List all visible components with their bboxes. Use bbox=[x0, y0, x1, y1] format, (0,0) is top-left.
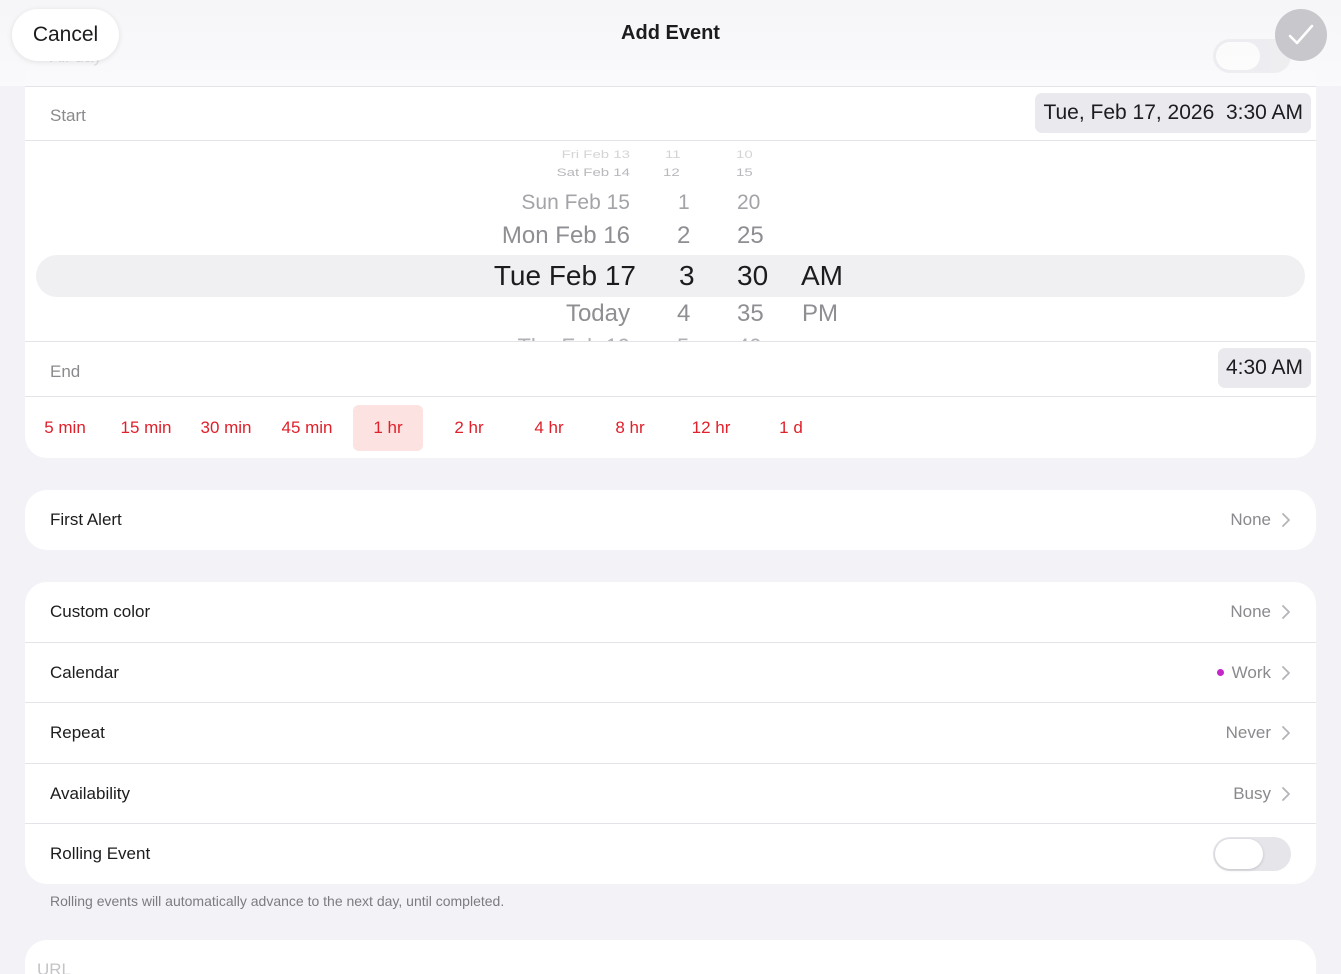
hour-wheel-item[interactable]: 12 bbox=[663, 166, 680, 179]
duration-chip-1-hr[interactable]: 1 hr bbox=[353, 405, 423, 451]
repeat-row[interactable]: Repeat Never bbox=[25, 703, 1316, 763]
toggle-knob bbox=[1215, 839, 1263, 869]
checkmark-icon bbox=[1288, 24, 1314, 45]
navigation-bar: All-day Cancel Add Event bbox=[0, 0, 1341, 86]
date-time-wheel-picker[interactable]: Fri Feb 13 Sat Feb 14 Sun Feb 15 Mon Feb… bbox=[25, 142, 1316, 342]
end-label: End bbox=[50, 362, 81, 381]
first-alert-row[interactable]: First Alert None bbox=[25, 490, 1316, 550]
calendar-label: Calendar bbox=[50, 663, 119, 682]
availability-value: Busy bbox=[1233, 784, 1271, 803]
first-alert-value: None bbox=[1230, 510, 1271, 529]
date-wheel-item[interactable]: Sun Feb 15 bbox=[521, 191, 630, 215]
minute-wheel-column[interactable]: 10 15 20 25 30 35 40 bbox=[731, 142, 781, 342]
date-wheel-item[interactable]: Fri Feb 13 bbox=[562, 148, 630, 161]
meridiem-wheel-column[interactable]: AM PM bbox=[799, 142, 859, 342]
date-wheel-selected[interactable]: Tue Feb 17 bbox=[494, 260, 636, 292]
add-event-screen: Start Tue, Feb 17, 2026 3:30 AM Fri Feb … bbox=[0, 0, 1341, 974]
duration-chip-1-d[interactable]: 1 d bbox=[756, 405, 826, 451]
minute-wheel-item[interactable]: 20 bbox=[737, 191, 760, 215]
repeat-label: Repeat bbox=[50, 723, 105, 742]
hour-wheel-item[interactable]: 1 bbox=[678, 191, 690, 215]
meridiem-wheel-selected[interactable]: AM bbox=[801, 260, 843, 292]
custom-color-value: None bbox=[1230, 602, 1271, 621]
calendar-value: Work bbox=[1216, 663, 1271, 683]
start-date-time-button[interactable]: Tue, Feb 17, 2026 3:30 AM bbox=[1035, 93, 1311, 133]
duration-chip-30-min[interactable]: 30 min bbox=[191, 405, 261, 451]
calendar-row[interactable]: Calendar Work bbox=[25, 643, 1316, 703]
chevron-right-icon bbox=[1282, 513, 1290, 527]
minute-wheel-item[interactable]: 15 bbox=[736, 166, 753, 179]
rolling-event-label: Rolling Event bbox=[50, 844, 151, 863]
chevron-right-icon bbox=[1282, 726, 1290, 740]
duration-chip-45-min[interactable]: 45 min bbox=[272, 405, 342, 451]
chevron-right-icon bbox=[1282, 787, 1290, 801]
chevron-right-icon bbox=[1282, 666, 1290, 680]
duration-chip-2-hr[interactable]: 2 hr bbox=[434, 405, 504, 451]
hour-wheel-item[interactable]: 11 bbox=[665, 148, 681, 161]
calendar-color-dot bbox=[1216, 669, 1224, 677]
hour-wheel-selected[interactable]: 3 bbox=[679, 260, 695, 292]
date-wheel-column[interactable]: Fri Feb 13 Sat Feb 14 Sun Feb 15 Mon Feb… bbox=[405, 142, 636, 342]
hour-wheel-item[interactable]: 4 bbox=[677, 300, 690, 328]
divider bbox=[25, 140, 1316, 141]
custom-color-row[interactable]: Custom color None bbox=[25, 582, 1316, 642]
duration-chip-8-hr[interactable]: 8 hr bbox=[595, 405, 665, 451]
date-wheel-item[interactable]: Today bbox=[566, 300, 630, 328]
done-button[interactable] bbox=[1275, 9, 1327, 61]
hour-wheel-column[interactable]: 11 12 1 2 3 4 5 bbox=[661, 142, 711, 342]
duration-chip-4-hr[interactable]: 4 hr bbox=[514, 405, 584, 451]
availability-row[interactable]: Availability Busy bbox=[25, 764, 1316, 824]
date-time-card: Start Tue, Feb 17, 2026 3:30 AM Fri Feb … bbox=[25, 60, 1316, 458]
duration-chip-12-hr[interactable]: 12 hr bbox=[676, 405, 746, 451]
meridiem-wheel-item[interactable]: PM bbox=[802, 300, 838, 328]
divider bbox=[25, 86, 1316, 87]
date-wheel-item[interactable]: Mon Feb 16 bbox=[502, 222, 630, 250]
end-time-button[interactable]: 4:30 AM bbox=[1217, 348, 1311, 388]
duration-chips: 5 min 15 min 30 min 45 min 1 hr 2 hr 4 h… bbox=[25, 405, 1316, 451]
chevron-right-icon bbox=[1282, 605, 1290, 619]
minute-wheel-item[interactable]: 35 bbox=[737, 300, 764, 328]
divider bbox=[25, 396, 1316, 397]
event-options-card: Custom color None Calendar Work Repeat N… bbox=[25, 582, 1316, 884]
minute-wheel-item[interactable]: 25 bbox=[737, 222, 764, 250]
hour-wheel-item[interactable]: 2 bbox=[677, 222, 690, 250]
calendar-value-text: Work bbox=[1231, 663, 1271, 682]
repeat-value: Never bbox=[1225, 723, 1271, 742]
url-field[interactable]: URL bbox=[37, 960, 71, 974]
divider bbox=[25, 341, 1316, 342]
start-label: Start bbox=[50, 106, 86, 125]
minute-wheel-selected[interactable]: 30 bbox=[737, 260, 768, 292]
date-wheel-item[interactable]: Sat Feb 14 bbox=[557, 166, 630, 179]
first-alert-card: First Alert None bbox=[25, 490, 1316, 550]
duration-chip-5-min[interactable]: 5 min bbox=[33, 405, 97, 451]
duration-chip-15-min[interactable]: 15 min bbox=[111, 405, 181, 451]
rolling-event-footnote: Rolling events will automatically advanc… bbox=[50, 893, 505, 909]
url-card: URL bbox=[25, 940, 1316, 974]
rolling-event-toggle[interactable] bbox=[1213, 837, 1291, 871]
custom-color-label: Custom color bbox=[50, 602, 151, 621]
rolling-event-row: Rolling Event bbox=[25, 824, 1316, 884]
availability-label: Availability bbox=[50, 784, 131, 803]
page-title: Add Event bbox=[621, 22, 720, 44]
minute-wheel-item[interactable]: 10 bbox=[736, 148, 753, 161]
first-alert-label: First Alert bbox=[50, 510, 122, 529]
